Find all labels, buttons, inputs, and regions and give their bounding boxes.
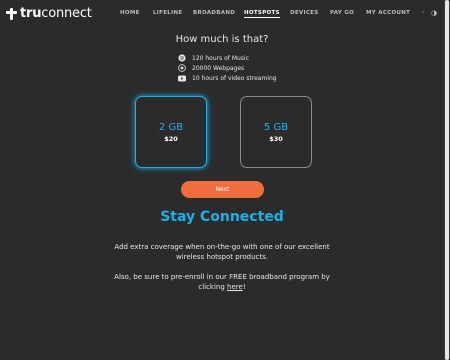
globe-icon: [178, 64, 186, 72]
broadband-paragraph: Also, be sure to pre-enroll in our FREE …: [114, 273, 330, 291]
settings-dot-icon[interactable]: ◦: [421, 9, 425, 17]
feature-text: 120 hours of Music: [192, 54, 249, 62]
feature-text: 10 hours of video streaming: [192, 74, 277, 82]
coverage-paragraph: Add extra coverage when on-the-go with o…: [114, 243, 330, 261]
nav-lifeline[interactable]: LIFELINE: [153, 10, 182, 16]
feature-text: 20000 Webpages: [192, 64, 245, 72]
music-icon: [178, 54, 186, 62]
nav-devices[interactable]: DEVICES: [290, 10, 318, 16]
nav-pay-go[interactable]: PAY GO: [330, 10, 354, 16]
nav-hotspots[interactable]: HOTSPOTS: [244, 10, 280, 18]
feature-music: 120 hours of Music: [178, 54, 249, 62]
plan-option-5gb[interactable]: 5 GB $30: [240, 96, 312, 168]
feature-webpages: 20000 Webpages: [178, 64, 244, 72]
plan-price: $30: [269, 134, 283, 143]
main-nav: HOME LIFELINE BROADBAND HOTSPOTS DEVICES…: [0, 10, 444, 22]
site-header: truconnect HOME LIFELINE BROADBAND HOTSP…: [0, 0, 444, 28]
plan-option-2gb[interactable]: 2 GB $20: [135, 96, 207, 168]
plan-size: 2 GB: [158, 121, 184, 133]
scrollbar[interactable]: [444, 0, 450, 360]
stay-connected-heading: Stay Connected: [160, 209, 284, 225]
section-title: How much is that?: [175, 34, 269, 45]
nav-broadband[interactable]: BROADBAND: [193, 10, 235, 16]
nav-my-account[interactable]: MY ACCOUNT: [366, 10, 410, 16]
plan-price: $20: [164, 134, 178, 143]
next-button[interactable]: Next: [181, 181, 264, 198]
feature-video: 10 hours of video streaming: [178, 74, 277, 82]
here-link[interactable]: here: [227, 283, 243, 291]
video-icon: [178, 74, 186, 82]
nav-home[interactable]: HOME: [120, 10, 140, 16]
scrollbar-thumb[interactable]: [445, 0, 449, 360]
theme-toggle-icon[interactable]: ◑: [431, 9, 437, 17]
page: truconnect HOME LIFELINE BROADBAND HOTSP…: [0, 0, 444, 360]
plan-size: 5 GB: [263, 121, 289, 133]
